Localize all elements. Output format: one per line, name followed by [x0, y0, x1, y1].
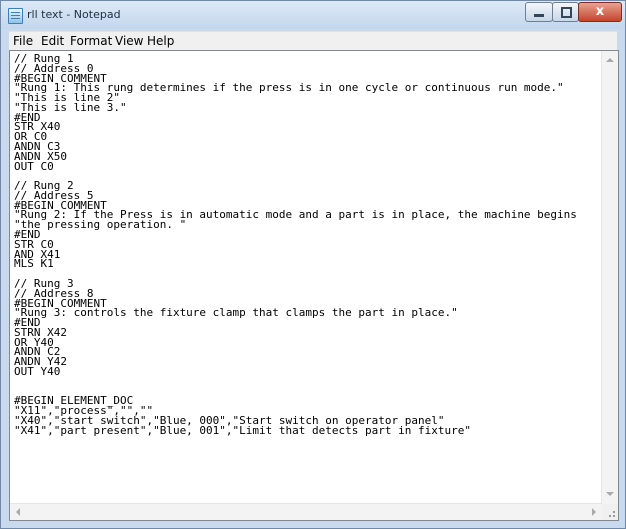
- title-bar[interactable]: rll text - Notepad x: [1, 1, 625, 29]
- scroll-up-icon[interactable]: [606, 58, 614, 62]
- text-editor[interactable]: // Rung 1// Address 0 #BEGIN COMMENT "Rung…: [9, 50, 619, 521]
- vertical-scrollbar[interactable]: [601, 51, 618, 504]
- size-grip[interactable]: [602, 504, 618, 520]
- notepad-window: rll text - Notepad x File Edit Format Vi…: [0, 0, 626, 529]
- menu-edit[interactable]: Edit: [41, 34, 64, 48]
- minimize-button[interactable]: [525, 2, 553, 22]
- scroll-right-icon[interactable]: [592, 508, 596, 516]
- size-grip-icon: [613, 515, 615, 517]
- menu-bar: File Edit Format View Help: [9, 31, 617, 51]
- menu-file[interactable]: File: [13, 34, 33, 48]
- notepad-icon: [8, 8, 23, 24]
- editor-line: OUT Y40: [14, 364, 61, 378]
- maximize-button[interactable]: [552, 2, 579, 22]
- close-icon: x: [595, 4, 605, 19]
- menu-help[interactable]: Help: [147, 34, 174, 48]
- window-title: rll text - Notepad: [27, 8, 121, 21]
- maximize-icon: [561, 7, 572, 18]
- editor-line: "Rung 3: controls the fixture clamp that…: [14, 306, 458, 320]
- menu-view[interactable]: View: [115, 34, 143, 48]
- menu-format[interactable]: Format: [70, 34, 112, 48]
- editor-line: "X41","part present","Blue, 001","Limit …: [14, 423, 471, 437]
- minimize-icon: [534, 14, 544, 17]
- editor-text-area[interactable]: // Rung 1// Address 0 #BEGIN COMMENT "Rung…: [10, 51, 602, 502]
- editor-line: MLS K1: [14, 257, 54, 271]
- close-button[interactable]: x: [578, 2, 622, 22]
- horizontal-scrollbar[interactable]: [10, 503, 602, 520]
- scroll-down-icon[interactable]: [606, 492, 614, 496]
- scroll-left-icon[interactable]: [16, 508, 20, 516]
- editor-line: OUT C0: [14, 159, 54, 173]
